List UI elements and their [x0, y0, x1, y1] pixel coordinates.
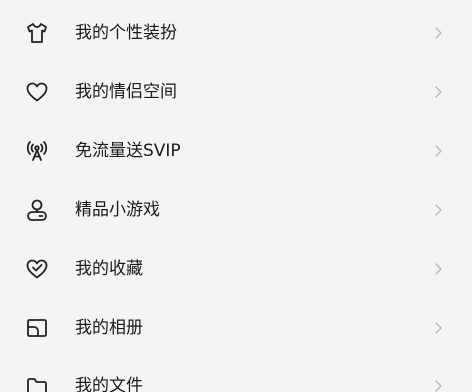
menu-item-photo-album[interactable]: 我的相册 — [0, 306, 472, 350]
menu-item-label: 我的收藏 — [75, 259, 143, 279]
heart-icon — [24, 79, 50, 105]
menu-item-couple-space[interactable]: 我的情侣空间 — [0, 70, 472, 114]
photo-album-icon — [24, 315, 50, 341]
menu-item-free-data-svip[interactable]: 免流量送SVIP — [0, 129, 472, 173]
chevron-right-icon — [430, 84, 446, 100]
game-pin-icon — [24, 197, 50, 223]
menu-item-label: 我的个性装扮 — [75, 23, 177, 43]
heart-check-icon — [24, 256, 50, 282]
menu-item-my-files[interactable]: 我的文件 — [0, 364, 472, 392]
menu-item-favorites[interactable]: 我的收藏 — [0, 247, 472, 291]
menu-item-label: 我的相册 — [75, 318, 143, 338]
chevron-right-icon — [430, 143, 446, 159]
menu-item-personal-dressup[interactable]: 我的个性装扮 — [0, 11, 472, 55]
tshirt-icon — [24, 20, 50, 46]
chevron-right-icon — [430, 202, 446, 218]
menu-item-mini-games[interactable]: 精品小游戏 — [0, 188, 472, 232]
menu-item-label: 免流量送SVIP — [75, 141, 181, 161]
menu-item-label: 我的情侣空间 — [75, 82, 177, 102]
folder-icon — [24, 373, 50, 392]
chevron-right-icon — [430, 25, 446, 41]
chevron-right-icon — [430, 261, 446, 277]
settings-menu-list: 我的个性装扮 我的情侣空间 免流量送SVIP 精品小游戏 我的收藏 我的相册 我… — [0, 0, 472, 392]
chevron-right-icon — [430, 378, 446, 392]
menu-item-label: 我的文件 — [75, 376, 143, 392]
chevron-right-icon — [430, 320, 446, 336]
menu-item-label: 精品小游戏 — [75, 200, 160, 220]
antenna-icon — [24, 138, 50, 164]
